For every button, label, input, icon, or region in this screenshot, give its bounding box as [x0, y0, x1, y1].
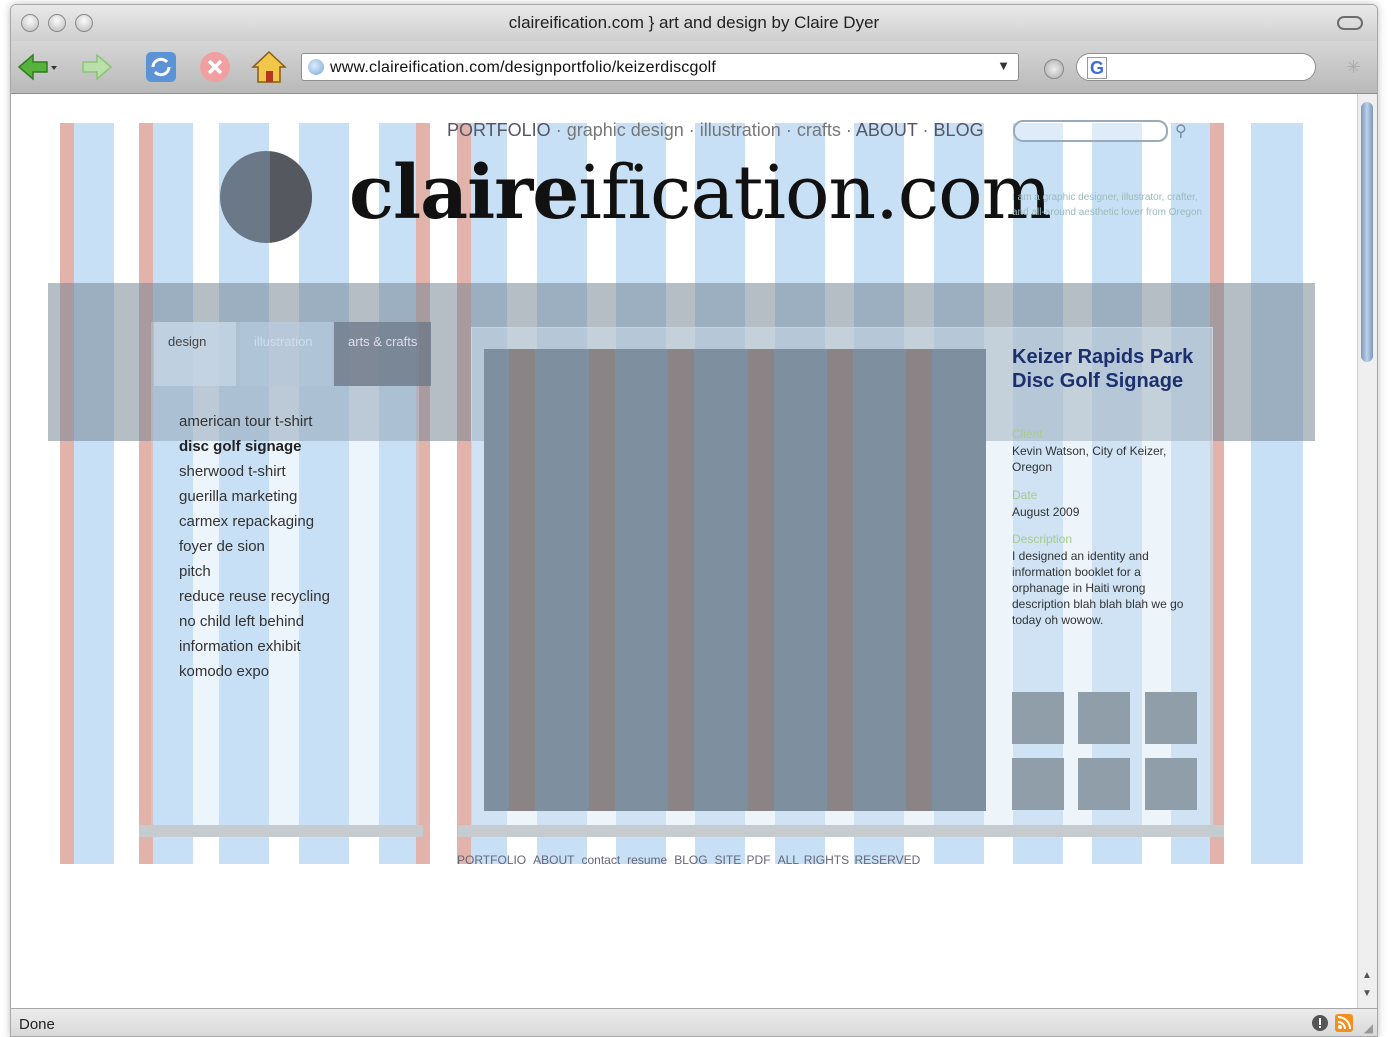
project-thumbnail[interactable]	[1145, 692, 1197, 744]
vertical-scrollbar[interactable]: ▲ ▼	[1357, 94, 1377, 1008]
status-bar: Done ◢	[11, 1008, 1377, 1036]
project-thumbnail[interactable]	[1145, 758, 1197, 810]
menu-item-active[interactable]: disc golf signage	[179, 437, 330, 462]
scroll-down-arrow-icon[interactable]: ▼	[1362, 988, 1372, 999]
site-logo[interactable]: claireification.com	[349, 156, 1052, 230]
nav-crafts-link[interactable]: crafts	[797, 120, 841, 140]
resize-grip-icon[interactable]: ◢	[1364, 1021, 1373, 1035]
menu-item[interactable]: american tour t-shirt	[179, 412, 330, 437]
menu-item[interactable]: sherwood t-shirt	[179, 462, 330, 487]
back-arrow-icon	[17, 53, 57, 81]
forward-arrow-icon	[82, 53, 113, 81]
browser-search-field[interactable]: G	[1076, 53, 1316, 81]
menu-item[interactable]: komodo expo	[179, 662, 330, 687]
nav-portfolio-link[interactable]: PORTFOLIO	[447, 120, 551, 140]
back-button[interactable]	[17, 49, 57, 85]
stop-icon	[200, 52, 230, 82]
nav-blog-link[interactable]: BLOG	[934, 120, 984, 140]
project-thumbnail[interactable]	[1012, 758, 1064, 810]
scroll-up-arrow-icon[interactable]: ▲	[1362, 970, 1372, 981]
project-thumbnail[interactable]	[1012, 692, 1064, 744]
footer-site-pdf-link[interactable]: SITE PDF	[715, 853, 771, 867]
sidebar-footer-bar	[139, 825, 423, 837]
tab-illustration[interactable]: illustration	[240, 322, 332, 386]
reload-button[interactable]	[141, 49, 181, 85]
info-icon[interactable]	[1311, 1014, 1329, 1032]
project-thumbnail[interactable]	[1078, 692, 1130, 744]
project-thumbnail[interactable]	[1078, 758, 1130, 810]
description-label: Description	[1012, 532, 1073, 546]
site-globe-icon	[308, 59, 324, 75]
menu-item[interactable]: pitch	[179, 562, 330, 587]
menu-item[interactable]: reduce reuse recycling	[179, 587, 330, 612]
footer-contact-link[interactable]: contact	[581, 853, 620, 867]
client-label: Client	[1012, 427, 1043, 441]
reload-icon	[146, 52, 176, 82]
browser-window: claireification.com } art and design by …	[10, 4, 1378, 1037]
menu-item[interactable]: information exhibit	[179, 637, 330, 662]
stop-button[interactable]	[195, 49, 235, 85]
rss-feed-icon[interactable]	[1335, 1014, 1353, 1032]
site-nav: PORTFOLIO · graphic design · illustratio…	[447, 120, 984, 140]
site-tagline: I am a graphic designer, illustrator, cr…	[1012, 192, 1203, 218]
client-value: Kevin Watson, City of Keizer, Oregon	[1012, 444, 1167, 474]
menu-item[interactable]: no child left behind	[179, 612, 330, 637]
nav-illustration-link[interactable]: illustration	[700, 120, 781, 140]
forward-button[interactable]	[77, 49, 117, 85]
url-dropdown-icon[interactable]: ▼	[997, 58, 1010, 73]
address-bar[interactable]: www.claireification.com/designportfolio/…	[301, 53, 1019, 81]
menu-item[interactable]: guerilla marketing	[179, 487, 330, 512]
home-icon	[251, 50, 287, 83]
footer-about-link[interactable]: ABOUT	[533, 853, 574, 867]
project-hero-image[interactable]	[484, 349, 986, 811]
activity-spinner-icon: ✳	[1345, 57, 1361, 77]
status-text: Done	[19, 1016, 55, 1033]
footer-resume-link[interactable]: resume	[627, 853, 667, 867]
title-bar: claireification.com } art and design by …	[11, 5, 1377, 41]
search-engine-icon[interactable]: G	[1087, 57, 1107, 79]
scrollbar-thumb[interactable]	[1361, 102, 1373, 362]
window-title: claireification.com } art and design by …	[508, 13, 880, 32]
site-footer: PORTFOLIO ABOUT contact resume BLOG SITE PDF A…	[457, 853, 927, 867]
date-value: August 2009	[1012, 505, 1080, 519]
site-search-input[interactable]	[1013, 120, 1168, 142]
description-value: I designed an identity and information b…	[1012, 549, 1184, 627]
tab-arts-crafts[interactable]: arts & crafts	[334, 322, 431, 386]
url-text: www.claireification.com/designportfolio/…	[330, 59, 717, 76]
date-label: Date	[1012, 488, 1038, 502]
content-footer-bar	[458, 825, 1224, 837]
footer-blog-link[interactable]: BLOG	[674, 853, 707, 867]
home-button[interactable]	[249, 49, 289, 85]
nav-about-link[interactable]: ABOUT	[856, 120, 918, 140]
tab-design[interactable]: design	[154, 322, 236, 386]
project-menu: american tour t-shirt disc golf signage …	[179, 412, 330, 687]
search-icon[interactable]: ⚲	[1175, 121, 1187, 141]
navigation-toolbar: www.claireification.com/designportfolio/…	[11, 41, 1377, 94]
logo-mark[interactable]	[220, 151, 312, 243]
project-title: Keizer Rapids Park Disc Golf Signage	[1012, 346, 1194, 392]
go-button[interactable]	[1044, 59, 1064, 79]
toolbar-toggle-button[interactable]	[1337, 16, 1363, 30]
footer-rights: ALL RIGHTS RESERVED	[777, 853, 921, 867]
nav-graphic-design-link[interactable]: graphic design	[567, 120, 684, 140]
menu-item[interactable]: carmex repackaging	[179, 512, 330, 537]
page-viewport: PORTFOLIO · graphic design · illustratio…	[11, 94, 1358, 1008]
menu-item[interactable]: foyer de sion	[179, 537, 330, 562]
footer-portfolio-link[interactable]: PORTFOLIO	[457, 853, 526, 867]
